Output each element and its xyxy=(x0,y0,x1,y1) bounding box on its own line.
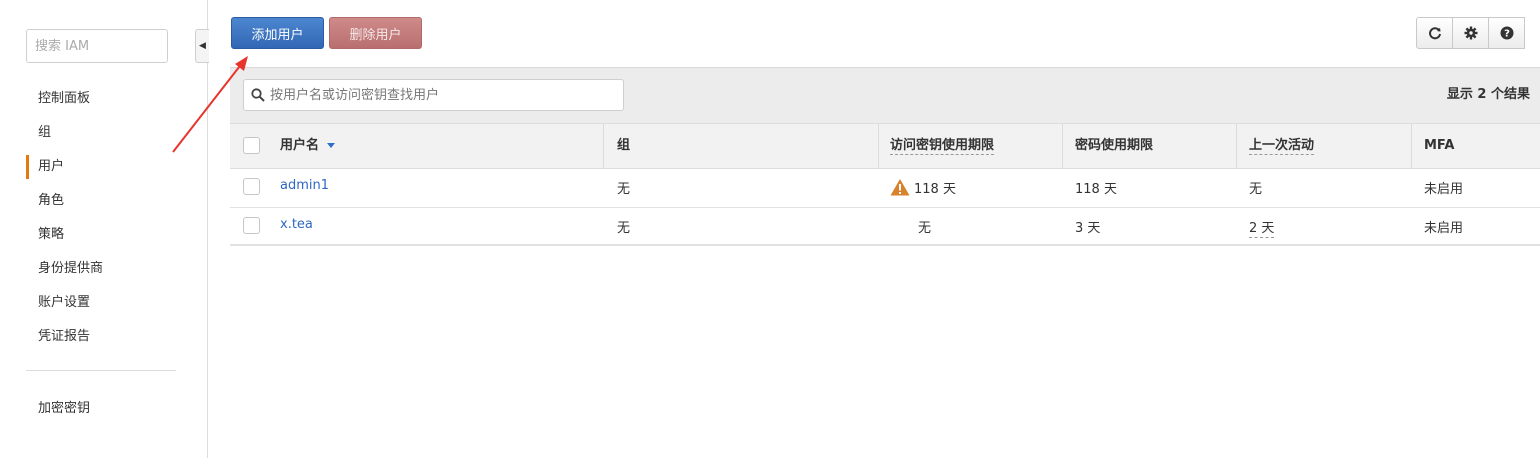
results-count: 显示 2 个结果 xyxy=(1446,87,1530,102)
user-search-box[interactable] xyxy=(243,79,624,111)
sidebar-item-policies[interactable]: 策略 xyxy=(26,218,103,252)
column-header-group-label: 组 xyxy=(617,138,631,153)
sidebar-nav: 控制面板 组 用户 角色 策略 身份提供商 账户设置 凭证报告 xyxy=(26,82,103,354)
column-separator xyxy=(878,124,879,168)
refresh-button[interactable] xyxy=(1416,17,1453,49)
row-checkbox[interactable] xyxy=(243,217,260,234)
table-row: x.tea 无 无 3 天 2 天 未启用 xyxy=(230,208,1540,246)
last-activity-value: 2 天 xyxy=(1249,221,1275,238)
mfa-cell: 未启用 xyxy=(1424,182,1464,197)
column-header-mfa-label: MFA xyxy=(1424,138,1455,153)
column-header-access-key-age-label: 访问密钥使用期限 xyxy=(890,138,995,155)
column-header-last-activity[interactable]: 上一次活动 xyxy=(1249,124,1315,168)
column-header-mfa[interactable]: MFA xyxy=(1424,124,1454,168)
last-activity-cell: 2 天 xyxy=(1249,217,1275,238)
sidebar-item-account-settings[interactable]: 账户设置 xyxy=(26,286,103,320)
password-age-cell: 3 天 xyxy=(1075,221,1101,236)
table-header: 用户名 组 访问密钥使用期限 密码使用期限 上一次活动 MFA xyxy=(230,123,1540,169)
access-key-age-value: 118 天 xyxy=(914,182,956,197)
sidebar-secondary-nav: 加密密钥 xyxy=(26,392,90,426)
refresh-icon xyxy=(1428,27,1441,40)
gear-icon xyxy=(1464,26,1477,40)
settings-button[interactable] xyxy=(1452,17,1489,49)
user-search-input[interactable] xyxy=(270,80,620,110)
chevron-left-icon: ◀ xyxy=(199,41,206,51)
help-button[interactable]: ? xyxy=(1488,17,1525,49)
group-cell: 无 xyxy=(617,221,631,236)
sidebar-item-encryption-keys[interactable]: 加密密钥 xyxy=(26,392,90,426)
help-icon: ? xyxy=(1500,26,1513,40)
toolbar-icon-group: ? xyxy=(1416,17,1525,49)
sidebar-item-credential-report[interactable]: 凭证报告 xyxy=(26,320,103,354)
column-header-access-key-age[interactable]: 访问密钥使用期限 xyxy=(890,124,995,168)
sidebar-item-groups[interactable]: 组 xyxy=(26,116,103,150)
svg-text:?: ? xyxy=(1504,29,1510,40)
sidebar-divider xyxy=(26,370,176,371)
password-age-cell: 118 天 xyxy=(1075,182,1117,197)
add-user-button[interactable]: 添加用户 xyxy=(231,17,324,49)
last-activity-cell: 无 xyxy=(1249,182,1263,197)
iam-search-input[interactable] xyxy=(26,29,168,63)
column-header-username[interactable]: 用户名 xyxy=(280,124,336,168)
access-key-age-cell: 118 天 xyxy=(890,178,956,197)
column-separator xyxy=(1062,124,1063,168)
group-cell: 无 xyxy=(617,182,631,197)
column-separator xyxy=(1236,124,1237,168)
sort-down-icon xyxy=(327,143,336,148)
column-header-password-age-label: 密码使用期限 xyxy=(1075,138,1154,153)
column-separator xyxy=(1411,124,1412,168)
username-link[interactable]: admin1 xyxy=(280,178,329,193)
access-key-age-cell: 无 xyxy=(918,221,932,236)
column-header-username-label: 用户名 xyxy=(280,138,320,153)
annotation-arrow-icon xyxy=(172,56,248,153)
column-header-last-activity-label: 上一次活动 xyxy=(1249,138,1315,155)
column-separator xyxy=(603,124,604,168)
row-checkbox[interactable] xyxy=(243,178,260,195)
table-row: admin1 无 118 天 118 天 无 未启用 xyxy=(230,169,1540,208)
mfa-cell: 未启用 xyxy=(1424,221,1464,236)
delete-user-button[interactable]: 删除用户 xyxy=(329,17,422,49)
sidebar-item-identity-providers[interactable]: 身份提供商 xyxy=(26,252,103,286)
sidebar-item-dashboard[interactable]: 控制面板 xyxy=(26,82,103,116)
column-header-password-age[interactable]: 密码使用期限 xyxy=(1075,124,1153,168)
sidebar-item-users[interactable]: 用户 xyxy=(26,155,103,179)
column-header-group[interactable]: 组 xyxy=(617,124,630,168)
warning-icon xyxy=(890,179,910,196)
sidebar-item-roles[interactable]: 角色 xyxy=(26,184,103,218)
username-link[interactable]: x.tea xyxy=(280,217,313,232)
